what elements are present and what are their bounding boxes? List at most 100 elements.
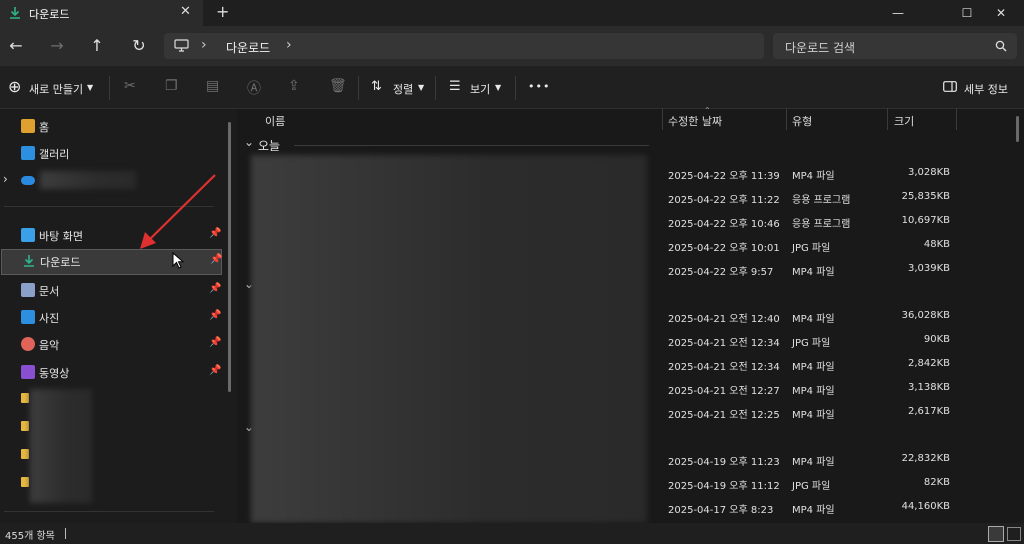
file-size: 90KB <box>923 334 950 345</box>
file-size: 3,138KB <box>907 382 950 393</box>
column-header-modified[interactable]: 수정한 날짜 <box>668 113 722 129</box>
pin-icon: 📌 <box>209 365 222 376</box>
file-size: 2,842KB <box>907 358 950 369</box>
breadcrumb-separator: › <box>201 37 207 53</box>
document-icon <box>21 283 35 297</box>
sidebar-item-label: 갤러리 <box>39 148 70 161</box>
file-size: 48KB <box>923 239 950 250</box>
chevron-down-icon: ▼ <box>418 83 425 92</box>
plus-icon: ⊕ <box>8 77 22 96</box>
group-header-today[interactable]: 오늘 <box>258 137 280 154</box>
status-divider <box>65 528 66 539</box>
home-icon <box>21 119 35 133</box>
file-size: 25,835KB <box>901 191 950 202</box>
sidebar-item-videos[interactable]: 동영상 📌 <box>0 360 222 384</box>
chevron-down-icon: ▼ <box>87 83 94 92</box>
sidebar-item-gallery[interactable]: 갤러리 <box>0 141 222 165</box>
this-pc-icon <box>174 39 189 52</box>
details-view-button[interactable] <box>988 526 1004 542</box>
sort-icon: ⇅ <box>371 79 382 94</box>
sidebar-item-home[interactable]: 홈 <box>0 114 222 138</box>
file-modified-date: 2025-04-22 오후 11:22 <box>668 195 780 206</box>
file-type: JPG 파일 <box>792 481 831 492</box>
search-box[interactable]: 다운로드 검색 <box>773 33 1017 59</box>
column-separator[interactable] <box>786 108 787 130</box>
divider <box>435 76 436 100</box>
sidebar-item-label: 동영상 <box>39 367 70 380</box>
file-type: MP4 파일 <box>792 362 835 373</box>
file-size: 2,617KB <box>907 406 950 417</box>
item-count: 455개 항목 <box>5 531 55 542</box>
more-options-button[interactable]: ••• <box>528 80 550 93</box>
column-header-type[interactable]: 유형 <box>792 113 812 129</box>
copy-icon[interactable]: ❐ <box>165 78 178 94</box>
divider <box>109 76 110 100</box>
file-size: 10,697KB <box>901 215 950 226</box>
file-modified-date: 2025-04-21 오전 12:34 <box>668 338 780 349</box>
desktop-icon <box>21 228 35 242</box>
pin-icon: 📌 <box>209 310 222 321</box>
view-icon: ☰ <box>449 79 461 94</box>
minimize-button[interactable]: — <box>875 0 921 26</box>
sort-button[interactable]: 정렬 <box>393 81 413 97</box>
chevron-down-icon: ▼ <box>495 83 502 92</box>
divider <box>358 76 359 100</box>
column-separator[interactable] <box>887 108 888 130</box>
view-button[interactable]: 보기 <box>470 81 490 97</box>
list-scrollbar[interactable] <box>1016 116 1019 142</box>
close-tab-icon[interactable]: ✕ <box>180 4 191 19</box>
video-icon <box>21 365 35 379</box>
file-size: 22,832KB <box>901 453 950 464</box>
file-modified-date: 2025-04-19 오후 11:12 <box>668 481 780 492</box>
chevron-right-icon[interactable]: › <box>3 172 8 186</box>
close-window-button[interactable]: ✕ <box>978 0 1024 26</box>
chevron-down-icon[interactable]: ⌄ <box>244 135 254 149</box>
file-type: JPG 파일 <box>792 243 831 254</box>
sidebar-item-pictures[interactable]: 사진 📌 <box>0 305 222 329</box>
column-header-name[interactable]: 이름 <box>265 113 285 129</box>
tab-downloads[interactable]: 다운로드 ✕ <box>0 0 203 26</box>
rename-icon[interactable]: Ⓐ <box>247 78 261 98</box>
file-type: MP4 파일 <box>792 267 835 278</box>
sidebar-scrollbar[interactable] <box>228 122 231 392</box>
search-icon[interactable] <box>995 40 1007 52</box>
back-button[interactable]: ← <box>4 34 28 58</box>
address-bar[interactable]: › 다운로드 › <box>164 33 764 59</box>
download-icon <box>24 255 34 267</box>
folder-icon <box>21 393 29 403</box>
new-tab-button[interactable]: + <box>216 2 229 21</box>
folder-icon <box>21 477 29 487</box>
paste-icon[interactable]: ▤ <box>206 78 219 94</box>
sidebar-item-documents[interactable]: 문서 📌 <box>0 278 222 302</box>
folder-icon <box>21 449 29 459</box>
details-button[interactable]: 세부 정보 <box>964 81 1008 97</box>
column-separator[interactable] <box>662 108 663 130</box>
tiles-view-button[interactable] <box>1007 527 1021 541</box>
up-button[interactable]: ↑ <box>85 34 109 58</box>
file-size: 3,039KB <box>907 263 950 274</box>
share-icon[interactable]: ⇪ <box>288 78 300 94</box>
file-type: MP4 파일 <box>792 386 835 397</box>
search-input[interactable]: 다운로드 검색 <box>785 39 855 56</box>
file-modified-date: 2025-04-22 오후 10:46 <box>668 219 780 230</box>
forward-button[interactable]: → <box>45 34 69 58</box>
column-separator[interactable] <box>956 108 957 130</box>
group-divider <box>294 145 649 146</box>
sidebar-item-label: 사진 <box>39 312 60 325</box>
refresh-button[interactable]: ↻ <box>127 34 151 58</box>
onedrive-icon <box>21 176 35 185</box>
delete-icon[interactable]: 🗑 <box>329 78 347 94</box>
details-pane-icon <box>943 81 957 92</box>
file-type: MP4 파일 <box>792 314 835 325</box>
pin-icon: 📌 <box>209 283 222 294</box>
breadcrumb-downloads[interactable]: 다운로드 <box>226 39 270 56</box>
file-modified-date: 2025-04-21 오전 12:40 <box>668 314 780 325</box>
file-modified-date: 2025-04-21 오전 12:34 <box>668 362 780 373</box>
sidebar-item-music[interactable]: 음악 📌 <box>0 332 222 356</box>
status-bar <box>0 523 1024 544</box>
new-button[interactable]: 새로 만들기 <box>29 81 83 97</box>
column-header-size[interactable]: 크기 <box>894 113 914 129</box>
breadcrumb-chevron[interactable]: › <box>286 37 292 53</box>
cut-icon[interactable]: ✂ <box>124 78 136 94</box>
file-type: 응용 프로그램 <box>792 195 851 206</box>
